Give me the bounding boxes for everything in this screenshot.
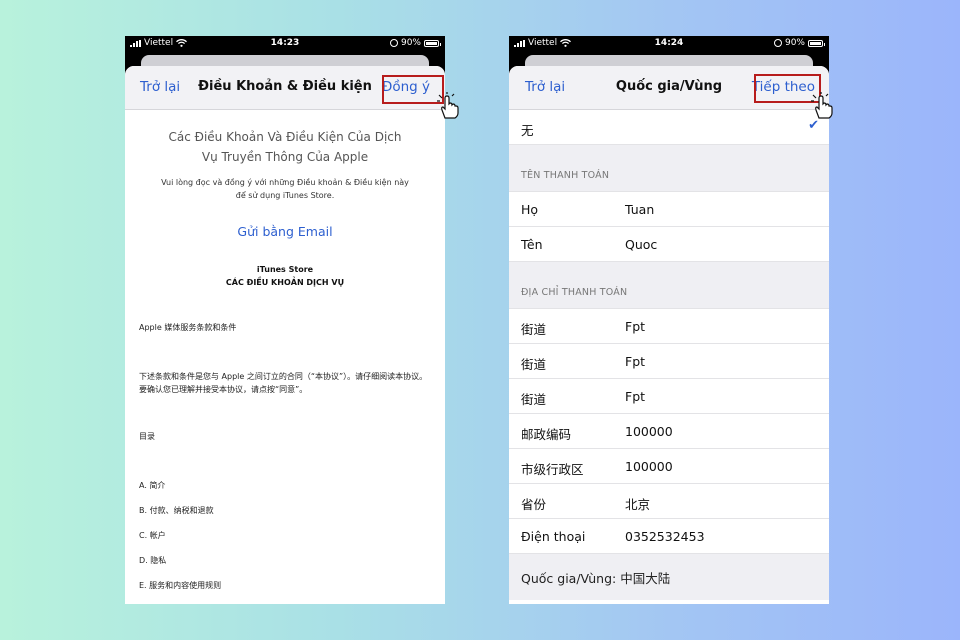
- field-label: Điện thoại: [521, 529, 586, 544]
- selected-option-row[interactable]: 无 ✔: [509, 110, 829, 145]
- highlight-box: [382, 75, 444, 104]
- field-value[interactable]: 北京: [625, 494, 650, 513]
- rotation-lock-icon: [389, 39, 398, 47]
- terms-title: Các Điều Khoản Và Điều Kiện Của Dịch Vụ …: [168, 130, 402, 164]
- tap-hand-icon: [811, 92, 833, 119]
- phone-screen-terms: Viettel 14:23 90% Trở lại Điều Khoản & Đ…: [125, 36, 445, 604]
- field-value[interactable]: 100000: [625, 459, 673, 474]
- terms-paragraph: 目录: [139, 432, 155, 441]
- checkmark-icon: ✔: [808, 118, 819, 133]
- tap-hand-icon: [437, 92, 459, 119]
- field-value[interactable]: Tuan: [625, 202, 654, 217]
- battery-percent: 90%: [784, 38, 805, 48]
- nav-bar: Trở lại Quốc gia/Vùng Tiếp theo: [509, 66, 829, 110]
- terms-subtitle: Vui lòng đọc và đồng ý với những Điều kh…: [161, 178, 409, 200]
- status-bar: Viettel 14:23 90%: [125, 36, 445, 52]
- address-row[interactable]: 街道 Fpt: [509, 344, 829, 379]
- selected-option-label: 无: [521, 123, 534, 138]
- field-value[interactable]: Quoc: [625, 237, 657, 252]
- battery-icon: [424, 39, 441, 47]
- battery-icon: [808, 39, 825, 47]
- terms-paragraph: 下述条款和条件是您与 Apple 之间订立的合同（“本协议”）。请仔细阅读本协议…: [139, 372, 428, 394]
- country-region-footer: Quốc gia/Vùng: 中国大陆: [509, 554, 829, 600]
- battery-percent: 90%: [400, 38, 421, 48]
- field-label: 邮政编码: [521, 427, 572, 442]
- section-header-billing-address: ĐỊA CHỈ THANH TOÁN: [509, 262, 829, 309]
- city-row[interactable]: 市级行政区 100000: [509, 449, 829, 484]
- terms-sheet: Trở lại Điều Khoản & Điều kiện Đồng ý Cá…: [125, 66, 445, 604]
- field-value[interactable]: Fpt: [625, 354, 645, 369]
- field-value[interactable]: 100000: [625, 424, 673, 439]
- terms-paragraph: B. 付款、纳税和退款: [139, 506, 214, 515]
- terms-paragraph: A. 简介: [139, 481, 166, 490]
- field-label: 街道: [521, 357, 547, 372]
- field-value[interactable]: Fpt: [625, 319, 645, 334]
- field-value[interactable]: Fpt: [625, 389, 645, 404]
- field-label: Họ: [521, 202, 539, 217]
- nav-bar: Trở lại Điều Khoản & Điều kiện Đồng ý: [125, 66, 445, 110]
- phone-screen-billing: Viettel 14:24 90% Trở lại Quốc gia/Vùng …: [509, 36, 829, 604]
- terms-paragraph: D. 隐私: [139, 556, 167, 565]
- phone-row[interactable]: Điện thoại 0352532453: [509, 519, 829, 554]
- billing-sheet: Trở lại Quốc gia/Vùng Tiếp theo 无 ✔ TÊN …: [509, 66, 829, 604]
- field-label: 省份: [521, 497, 547, 512]
- field-label: 市级行政区: [521, 462, 584, 477]
- field-label: 街道: [521, 392, 547, 407]
- section-header-billing-name: TÊN THANH TOÁN: [509, 145, 829, 192]
- store-name: iTunes Store: [256, 265, 314, 274]
- rotation-lock-icon: [773, 39, 782, 47]
- name-row-last[interactable]: Họ Tuan: [509, 192, 829, 227]
- address-row[interactable]: 街道 Fpt: [509, 309, 829, 344]
- status-bar: Viettel 14:24 90%: [509, 36, 829, 52]
- store-heading: CÁC ĐIỀU KHOẢN DỊCH VỤ: [225, 278, 345, 287]
- terms-content: Các Điều Khoản Và Điều Kiện Của Dịch Vụ …: [125, 110, 445, 592]
- field-label: Tên: [521, 237, 543, 252]
- terms-paragraph: C. 帐户: [139, 531, 166, 540]
- name-row-first[interactable]: Tên Quoc: [509, 227, 829, 262]
- address-row[interactable]: 街道 Fpt: [509, 379, 829, 414]
- province-row[interactable]: 省份 北京: [509, 484, 829, 519]
- send-email-link[interactable]: Gửi bằng Email: [139, 224, 431, 239]
- field-label: 街道: [521, 322, 547, 337]
- terms-paragraph: E. 服务和内容使用规则: [139, 581, 222, 590]
- field-value[interactable]: 0352532453: [625, 529, 705, 544]
- terms-paragraph: Apple 媒体服务条款和条件: [139, 323, 237, 332]
- postal-code-row[interactable]: 邮政编码 100000: [509, 414, 829, 449]
